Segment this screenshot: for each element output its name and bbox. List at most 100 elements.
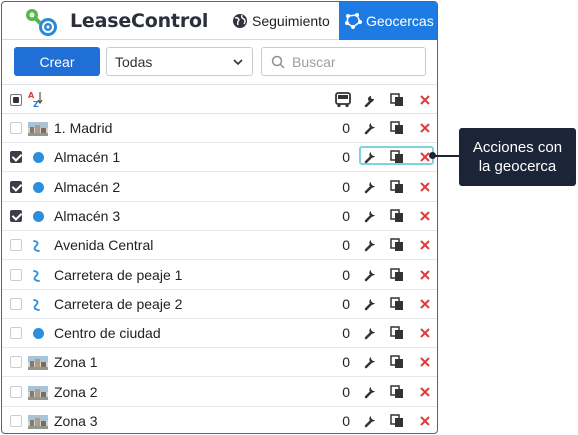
copy-icon[interactable] — [390, 209, 404, 223]
unit-count: 0 — [342, 413, 350, 429]
table-row[interactable]: Almacén 2 0 — [2, 173, 437, 202]
select-all-checkbox[interactable] — [10, 94, 22, 106]
geofence-image-icon — [28, 122, 48, 136]
copy-icon[interactable] — [390, 297, 404, 311]
copy-icon[interactable] — [390, 414, 404, 428]
delete-icon[interactable] — [418, 209, 432, 223]
row-checkbox[interactable] — [10, 151, 22, 164]
table-row[interactable]: 1. Madrid 0 — [2, 114, 437, 143]
tab-seguimiento-label: Seguimiento — [252, 13, 330, 29]
unit-count: 0 — [342, 266, 350, 283]
callout-anchor-dot — [429, 152, 436, 159]
wrench-icon[interactable] — [363, 180, 377, 194]
copy-icon[interactable] — [390, 326, 404, 340]
create-button[interactable]: Crear — [14, 47, 100, 76]
wrench-icon[interactable] — [363, 385, 377, 399]
geofence-polygon-icon — [345, 13, 362, 29]
wrench-icon[interactable] — [363, 268, 377, 282]
tab-geocercas[interactable]: Geocercas — [339, 2, 437, 40]
copy-icon[interactable] — [390, 238, 404, 252]
geofence-name[interactable]: 1. Madrid — [54, 120, 112, 136]
vehicle-bus-icon — [335, 92, 351, 108]
wrench-icon[interactable] — [363, 414, 377, 428]
row-checkbox[interactable] — [10, 385, 22, 398]
unit-count: 0 — [342, 383, 350, 400]
geofence-name[interactable]: Almacén 3 — [54, 208, 120, 224]
delete-all-icon[interactable] — [418, 93, 432, 107]
tab-seguimiento[interactable]: Seguimiento — [226, 2, 338, 40]
row-checkbox[interactable] — [10, 356, 22, 369]
delete-icon[interactable] — [418, 355, 432, 369]
wrench-icon[interactable] — [363, 121, 377, 135]
delete-icon[interactable] — [418, 268, 432, 282]
delete-icon[interactable] — [418, 180, 432, 194]
row-checkbox[interactable] — [10, 239, 22, 252]
unit-count: 0 — [342, 207, 350, 224]
row-checkbox[interactable] — [10, 268, 22, 281]
geofence-name[interactable]: Avenida Central — [54, 237, 153, 253]
unit-count: 0 — [342, 149, 350, 166]
callout-line-1: Acciones con — [472, 139, 563, 156]
table-row[interactable]: Zona 1 0 — [2, 348, 437, 378]
copy-icon[interactable] — [390, 384, 404, 399]
table-row[interactable]: Avenida Central 0 — [2, 231, 437, 261]
filter-select[interactable]: Todas — [106, 47, 253, 76]
wrench-icon[interactable] — [363, 355, 377, 369]
wrench-icon[interactable] — [363, 326, 377, 340]
delete-icon[interactable] — [418, 238, 432, 252]
unit-count: 0 — [342, 237, 350, 254]
table-row[interactable]: Zona 2 0 — [2, 378, 437, 407]
row-checkbox[interactable] — [10, 180, 22, 193]
unit-count: 0 — [342, 354, 350, 371]
geofence-panel: LeaseControl Seguimiento Geocercas Crear… — [1, 1, 438, 434]
search-input[interactable]: Buscar — [261, 47, 426, 76]
copy-icon[interactable] — [390, 179, 404, 194]
row-checkbox[interactable] — [10, 297, 22, 310]
geofence-circle-icon — [33, 210, 44, 222]
delete-icon[interactable] — [418, 326, 432, 340]
sort-az-icon[interactable]: A Z — [27, 90, 45, 108]
callout-connector — [434, 155, 460, 157]
table-row[interactable]: Carretera de peaje 2 0 — [2, 290, 437, 319]
geofence-name[interactable]: Almacén 2 — [54, 179, 120, 195]
unit-count: 0 — [342, 295, 350, 312]
geofence-circle-icon — [33, 328, 44, 340]
geofence-name[interactable]: Zona 3 — [54, 413, 98, 429]
delete-icon[interactable] — [418, 297, 432, 311]
wrench-icon[interactable] — [363, 297, 377, 311]
geofence-image-icon — [28, 415, 48, 429]
table-row[interactable]: Zona 3 0 — [2, 407, 437, 433]
row-checkbox[interactable] — [10, 122, 22, 134]
copy-icon[interactable] — [390, 267, 404, 282]
geofence-line-icon — [33, 269, 40, 282]
delete-icon[interactable] — [418, 121, 432, 135]
delete-icon[interactable] — [418, 385, 432, 399]
chevron-down-icon — [233, 59, 243, 66]
row-checkbox[interactable] — [10, 209, 22, 222]
search-placeholder: Buscar — [292, 53, 336, 70]
geofence-line-icon — [33, 240, 40, 253]
search-icon — [271, 55, 285, 69]
filter-select-value: Todas — [115, 53, 153, 70]
svg-text:A: A — [28, 91, 35, 100]
wrench-icon[interactable] — [363, 209, 377, 223]
copy-header-icon — [390, 93, 403, 106]
geofence-name[interactable]: Almacén 1 — [54, 149, 120, 165]
brand-name: LeaseControl — [70, 10, 209, 32]
row-checkbox[interactable] — [10, 415, 22, 427]
copy-icon[interactable] — [390, 355, 404, 369]
table-row[interactable]: Carretera de peaje 1 0 — [2, 261, 437, 290]
geofence-line-icon — [33, 298, 40, 311]
table-row[interactable]: Centro de ciudad 0 — [2, 319, 437, 349]
copy-icon[interactable] — [390, 121, 404, 135]
table-header: A Z — [2, 84, 437, 114]
geofence-name[interactable]: Zona 2 — [54, 384, 98, 400]
row-checkbox[interactable] — [10, 327, 22, 340]
geofence-name[interactable]: Carretera de peaje 1 — [54, 267, 182, 283]
delete-icon[interactable] — [418, 414, 432, 428]
geofence-name[interactable]: Centro de ciudad — [54, 325, 161, 341]
wrench-icon[interactable] — [363, 238, 377, 252]
geofence-name[interactable]: Zona 1 — [54, 354, 98, 370]
table-row[interactable]: Almacén 3 0 — [2, 202, 437, 231]
geofence-name[interactable]: Carretera de peaje 2 — [54, 296, 182, 312]
